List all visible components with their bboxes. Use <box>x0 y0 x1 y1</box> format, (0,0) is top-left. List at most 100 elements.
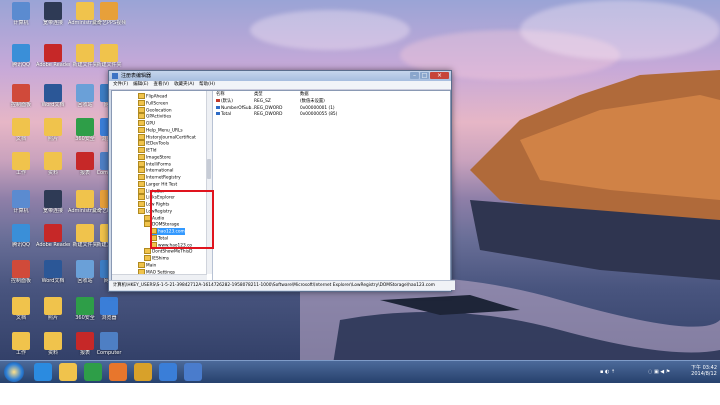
desktop-icon-glyph <box>12 332 30 350</box>
title-bar[interactable]: 注册表编辑器 – □ × <box>109 71 451 81</box>
desktop-icon[interactable]: 腾讯QQ <box>4 224 38 248</box>
tree-node[interactable]: International <box>138 167 173 174</box>
column-header-type[interactable]: 类型 <box>254 92 263 98</box>
value-type: REG_DWORD <box>254 105 283 111</box>
desktop-icon[interactable]: Word文档 <box>36 260 70 284</box>
value-row-name[interactable]: (默认) <box>216 99 233 105</box>
desktop-icon-label: 控制面板 <box>10 278 31 284</box>
desktop-icon-glyph <box>12 2 30 20</box>
desktop-icon[interactable]: 宽带连接 <box>36 190 70 214</box>
desktop-icon-glyph <box>12 44 30 62</box>
clock[interactable]: 下午 03:42 2014/8/12 <box>690 364 718 377</box>
desktop-icon[interactable]: 计算机 <box>4 2 38 26</box>
value-row-name[interactable]: Total <box>216 112 231 118</box>
tree-node[interactable]: FullScreen <box>138 99 168 106</box>
desktop-icon[interactable]: 工作 <box>4 332 38 356</box>
desktop-icon[interactable]: 文档 <box>4 118 38 142</box>
desktop-icon-label: 浏览器 <box>101 315 117 321</box>
tree-scroll-thumb[interactable] <box>207 159 211 179</box>
desktop-icon[interactable]: 宽带连接 <box>36 2 70 26</box>
desktop-icon[interactable]: 控制面板 <box>4 260 38 284</box>
desktop-icon-label: 控制面板 <box>10 102 31 108</box>
desktop-icon-label: 计算机 <box>13 208 29 214</box>
desktop-icon-glyph <box>12 84 30 102</box>
desktop-icon-glyph <box>44 44 62 62</box>
column-header-name[interactable]: 名称 <box>216 92 225 98</box>
tree-node[interactable]: HistoryJournalCertificat <box>138 133 196 140</box>
desktop-icon[interactable]: Word文档 <box>36 84 70 108</box>
menu-item[interactable]: 查看(V) <box>153 82 169 87</box>
desktop-icon[interactable]: 工作 <box>4 152 38 176</box>
desktop-icon[interactable]: 照片 <box>36 118 70 142</box>
tree-node[interactable]: InternetRegistry <box>138 174 181 181</box>
folder-icon <box>138 147 145 153</box>
column-header-data[interactable]: 数据 <box>300 92 309 98</box>
tray-icons-2[interactable]: ◌ ▣ ◀ ⚑ <box>648 369 670 375</box>
tree-node[interactable]: GPU <box>138 120 155 127</box>
desktop-icon[interactable]: Adobe Reader <box>36 44 70 68</box>
maximize-button[interactable]: □ <box>420 72 429 79</box>
desktop-icon-glyph <box>44 118 62 136</box>
tray-icons[interactable]: ▪ ◐ ⇡ <box>600 369 615 375</box>
tree-node[interactable]: IntelliForms <box>138 160 171 167</box>
menu-item[interactable]: 文件(F) <box>113 82 128 87</box>
folder-icon <box>144 248 151 255</box>
desktop-icon-label: 照片 <box>47 315 58 321</box>
desktop-icon[interactable]: 控制面板 <box>4 84 38 108</box>
start-button[interactable] <box>4 362 24 382</box>
value-type: REG_DWORD <box>254 112 283 117</box>
desktop-icon[interactable]: Computer <box>92 332 126 356</box>
key-tree[interactable]: FlipAhead FullScreen Geolocation GPActiviti… <box>112 91 213 280</box>
menu-item[interactable]: 编辑(E) <box>133 82 148 87</box>
desktop-icon[interactable]: 文档 <box>4 297 38 321</box>
folder-icon <box>138 153 145 160</box>
desktop-icon-glyph <box>44 2 62 20</box>
360-icon[interactable] <box>84 363 102 381</box>
minimize-button[interactable]: – <box>410 72 419 79</box>
desktop-icon-glyph <box>12 152 30 170</box>
ie-icon[interactable] <box>34 363 52 381</box>
tree-node[interactable]: FlipAhead <box>138 93 167 100</box>
tree-node-label: HistoryJournalCertificat <box>146 135 196 140</box>
desktop-icon[interactable]: 爱奇艺PPS视频 <box>92 2 126 26</box>
desktop-icon[interactable]: 新建文件夹 <box>92 44 126 68</box>
desktop-icon-label: 资料 <box>47 350 58 356</box>
desktop-icon[interactable]: 资料 <box>36 332 70 356</box>
regedit-icon[interactable] <box>184 363 202 381</box>
tree-node-label: IntelliForms <box>146 162 171 167</box>
tree-node[interactable]: Larger Hit Test <box>138 180 177 187</box>
folder-icon <box>138 113 145 120</box>
value-row-name[interactable]: NumberOfSub... <box>216 105 255 112</box>
desktop-icon-label: Computer <box>96 350 122 356</box>
tree-node[interactable]: IETld <box>138 147 157 154</box>
ie-icon-2[interactable] <box>159 363 177 381</box>
explorer-icon[interactable] <box>59 363 77 381</box>
desktop-icon[interactable]: 浏览器 <box>92 297 126 321</box>
desktop-icon[interactable]: 计算机 <box>4 190 38 214</box>
chrome-icon[interactable] <box>134 363 152 381</box>
tree-node[interactable]: DontShowMeThisD <box>144 248 192 255</box>
tree-node-label: Help_Menu_URLs <box>146 128 183 134</box>
desktop-icon[interactable]: 腾讯QQ <box>4 44 38 68</box>
regedit-icon <box>112 73 118 79</box>
tree-node[interactable]: GPActivities <box>138 113 171 120</box>
tree-node[interactable]: Help_Menu_URLs <box>138 126 183 134</box>
tree-node[interactable]: Main <box>138 261 156 268</box>
desktop-icon-glyph <box>44 84 62 102</box>
tree-node[interactable]: Geolocation <box>138 106 172 113</box>
tree-node[interactable]: ImageStore <box>138 153 171 160</box>
tree-node[interactable]: IEDevTools <box>138 140 169 147</box>
menu-item[interactable]: 收藏夹(A) <box>174 82 194 87</box>
red-highlight-box <box>150 190 214 249</box>
registry-editor-window[interactable]: 注册表编辑器 – □ × 文件(F) 编辑(E) 查看(V) 收藏夹(A) 帮助(H) … <box>108 70 455 292</box>
tree-node[interactable]: IEShims <box>144 255 169 262</box>
tree-node-label: InternetRegistry <box>146 175 181 181</box>
desktop-icon[interactable]: Adobe Reader <box>36 224 70 248</box>
close-button[interactable]: × <box>430 72 449 79</box>
clock-time: 下午 03:42 <box>691 365 717 371</box>
media-player-icon[interactable] <box>109 363 127 381</box>
desktop-icon[interactable]: 照片 <box>36 297 70 321</box>
menu-item[interactable]: 帮助(H) <box>199 82 215 87</box>
desktop-icon[interactable]: 资料 <box>36 152 70 176</box>
values-list[interactable]: 名称 类型 数据 (默认) REG_SZ (数值未设置) NumberOfSub...… <box>214 91 450 280</box>
